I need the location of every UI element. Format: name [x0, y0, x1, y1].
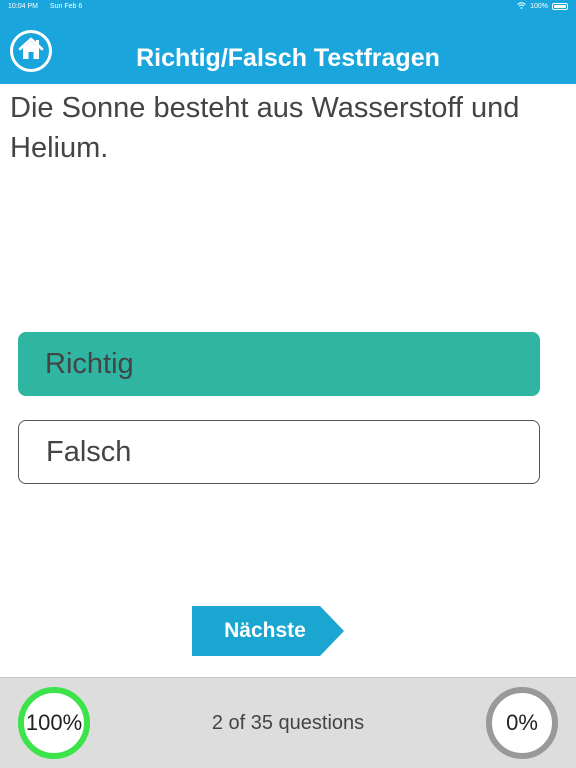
battery-percent: 100% [530, 2, 548, 10]
next-button[interactable]: Nächste [192, 606, 344, 656]
footer: 100% 2 of 35 questions 0% [0, 677, 576, 768]
option-richtig[interactable]: Richtig [18, 332, 540, 396]
option-label: Falsch [46, 435, 132, 468]
question-text: Die Sonne besteht aus Wasserstoff und He… [10, 92, 520, 164]
next-button-label: Nächste [224, 619, 306, 642]
option-falsch[interactable]: Falsch [18, 420, 540, 484]
wrong-percent: 0% [506, 710, 538, 735]
status-bar: 10:04 PM Sun Feb 6 100% [0, 0, 576, 12]
option-label: Richtig [45, 347, 134, 380]
wifi-icon [517, 1, 526, 11]
status-right: 100% [517, 1, 568, 11]
status-time: 10:04 PM [8, 2, 38, 10]
battery-icon [552, 2, 568, 10]
wrong-score-ring: 0% [486, 687, 558, 759]
status-date: Sun Feb 6 [49, 2, 83, 10]
status-left: 10:04 PM Sun Feb 6 [8, 3, 92, 10]
page-title: Richtig/Falsch Testfragen [136, 44, 440, 72]
